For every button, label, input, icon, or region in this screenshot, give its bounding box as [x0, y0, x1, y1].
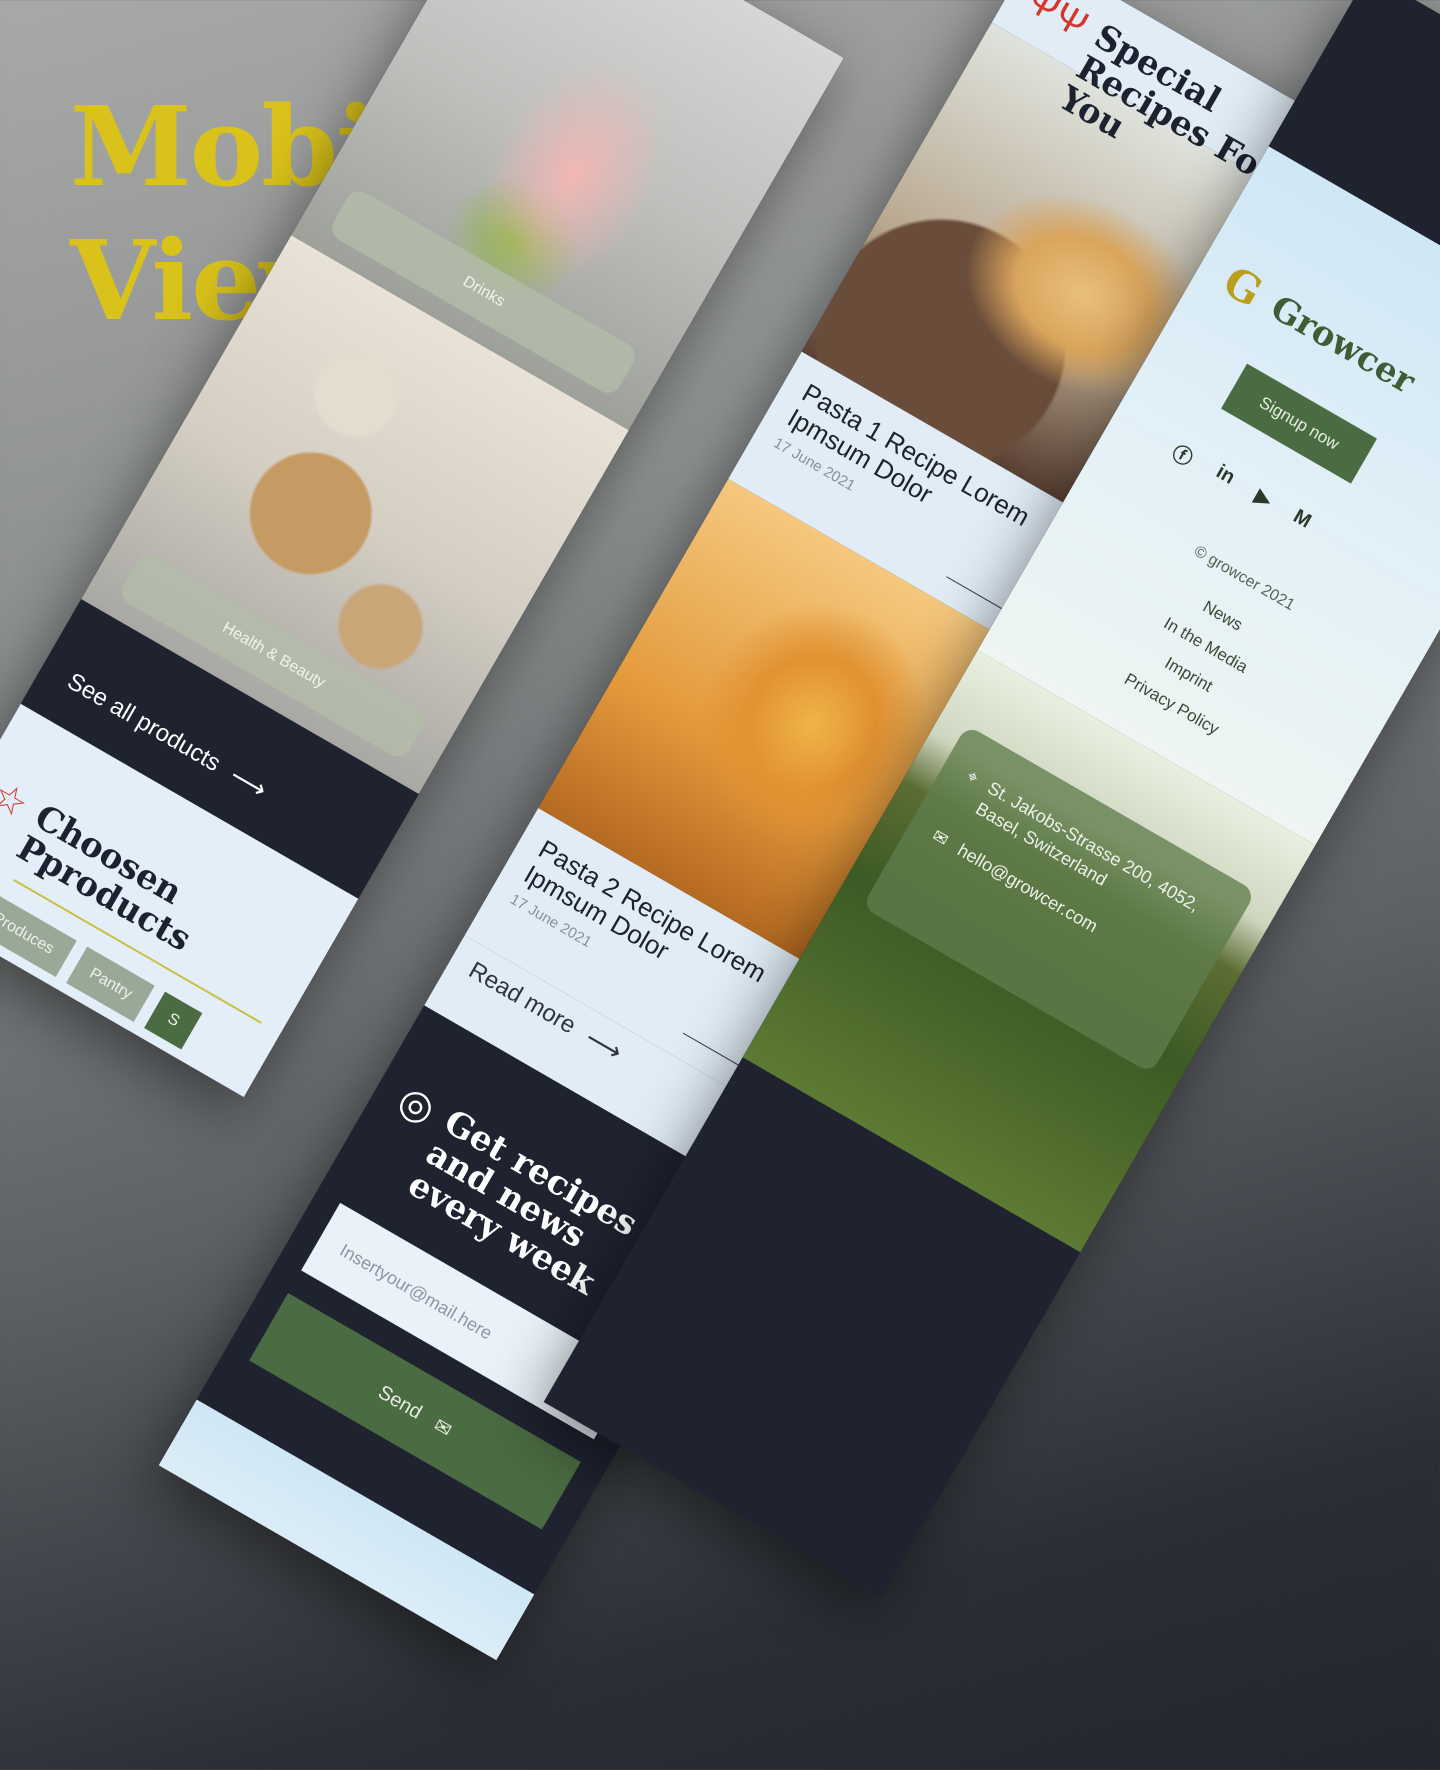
signup-button[interactable]: Signup now [1221, 363, 1377, 484]
growcer-logo-icon: G [1215, 256, 1271, 317]
social-links: ⓕ in ▶ M [1167, 437, 1433, 607]
arrow-right-icon: ⟶ [580, 1022, 628, 1068]
medium-icon[interactable]: M [1286, 505, 1315, 538]
footer-link-imprint[interactable]: Imprint [1161, 653, 1216, 696]
facebook-icon[interactable]: ⓕ [1167, 437, 1199, 472]
brand-name: Growcer [1264, 287, 1422, 402]
star-icon: ☆ [0, 773, 36, 828]
contact-card: ⌖ St. Jakobs-Strasse 200, 4052, Basel, S… [861, 724, 1257, 1074]
youtube-icon[interactable]: ▶ [1248, 484, 1276, 517]
footer-link-news[interactable]: News [1199, 597, 1246, 636]
fork-knife-icon: ΨΨ [1018, 0, 1095, 47]
send-label: Send [374, 1381, 426, 1424]
location-pin-icon: ⌖ [963, 765, 983, 788]
envelope-icon: ✉ [429, 1414, 456, 1442]
tab-third[interactable]: S [144, 992, 203, 1050]
arrow-right-icon: ⟶ [225, 760, 273, 805]
envelope-icon: ✉ [929, 824, 953, 850]
tab-pantry[interactable]: Pantry [65, 946, 155, 1023]
whatsapp-icon: ◎ [390, 1077, 443, 1134]
linkedin-icon[interactable]: in [1209, 461, 1238, 495]
